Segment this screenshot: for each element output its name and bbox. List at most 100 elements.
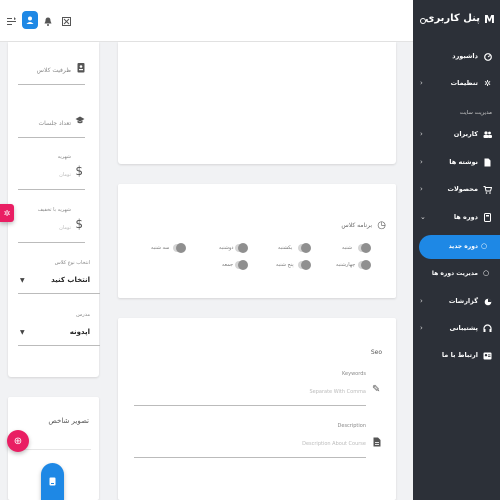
keywords-label: Keywords [342,371,366,377]
sidebar-item-support[interactable]: پشتیبانی ‹ [413,322,500,336]
capacity-label: ظرفیت کلاس [36,67,71,74]
bullet-icon: ○ [481,242,488,250]
toggle-wednesday[interactable] [358,260,371,270]
sidebar-subitem-label: دوره جدید [448,243,478,250]
dropdown-arrow-icon: ▼ [20,277,25,284]
chevron-icon: ‹ [420,158,423,166]
discount-hint: تومان [59,225,71,231]
book-icon [483,213,492,222]
keywords-placeholder: Separate With Comma [309,389,366,395]
tuition-hint: تومان [59,172,71,178]
pencil-icon: ✎ [372,384,381,395]
user-avatar-icon[interactable] [22,11,38,29]
class-type-select[interactable]: انتخاب نوع کلاس انتخاب کنید ▼ [18,258,100,294]
divider [16,449,91,450]
dashboard-icon [483,52,492,61]
users-icon [483,130,492,139]
brand-logo: M [484,13,495,26]
chevron-down-icon: ⌄ [420,213,426,221]
description-label: Description [337,423,366,429]
sidebar-section-label: مدیریت سایت [459,110,492,116]
tuition-label: شهریه [57,154,71,160]
sidebar-item-label: کاربران [453,130,478,138]
bullet-icon: ○ [483,269,490,277]
toggle-tuesday[interactable] [173,243,186,253]
chevron-icon: ‹ [420,297,423,305]
sidebar-subitem-label: مدیریت دوره ها [431,270,478,277]
toggle-thursday[interactable] [298,260,311,270]
discount-tuition-field[interactable]: شهریه با تخفیف تومان $ [18,205,85,243]
sidebar-subitem-new-course[interactable]: دوره جدید ○ [419,235,500,259]
tuition-field[interactable]: شهریه تومان $ [18,152,85,190]
document-icon [483,158,492,167]
menu-toggle-icon[interactable] [5,15,17,27]
sidebar-item-label: تنظیمات [450,79,478,87]
sidebar-item-dashboard[interactable]: داشبورد [413,50,500,64]
capacity-field[interactable]: ظرفیت کلاس [18,59,85,85]
sidebar-item-settings[interactable]: ✲ تنظیمات ‹ [413,77,500,91]
sidebar: پنل کاربری M داشبورد ✲ تنظیمات ‹ مدیریت … [413,0,500,500]
toggle-label: دوشنبه [219,245,234,251]
seo-title: Seo [370,349,382,356]
discount-label: شهریه با تخفیف [37,207,71,213]
toggle-label: یکشنبه [278,245,293,251]
dropdown-arrow-icon: ▼ [20,329,25,336]
sidebar-item-courses[interactable]: دوره ها ⌄ [413,211,500,225]
sidebar-item-posts[interactable]: نوشته ها ‹ [413,156,500,170]
description-field[interactable]: Description Description About Course [134,420,366,458]
sidebar-item-label: داشبورد [452,52,478,60]
sidebar-item-label: گزارشات [448,297,478,305]
toggle-label: سه شنبه [151,245,170,251]
toggle-sunday[interactable] [298,243,311,253]
toggle-label: جمعه [222,262,234,268]
clock-icon: ◷ [377,220,386,231]
fullscreen-icon[interactable] [60,15,72,27]
toggle-friday[interactable] [235,260,248,270]
sidebar-item-products[interactable]: محصولات ‹ [413,183,500,197]
class-type-value: انتخاب کنید [51,276,90,284]
settings-gear-icon[interactable]: ✲ [0,204,14,222]
content-editor-panel [118,42,396,164]
dollar-icon: $ [75,164,83,178]
sessions-field[interactable]: تعداد جلسات [18,112,85,138]
document-icon [373,437,381,449]
featured-image-title: تصویر شاخص [48,417,89,425]
top-bar [0,0,413,42]
sidebar-item-label: پشتیبانی [449,324,478,332]
bell-icon[interactable] [42,15,54,27]
sidebar-item-label: دوره ها [453,213,478,221]
book-fab-icon[interactable] [41,463,64,500]
class-schedule-panel: ◷ برنامه کلاس شنبه یکشنبه دوشنبه سه شنبه… [118,184,396,298]
teacher-select[interactable]: مدرس اپدونه ▼ [18,310,100,346]
course-options-panel: ظرفیت کلاس تعداد جلسات شهریه تومان $ شهر… [8,42,100,377]
sidebar-item-users[interactable]: کاربران ‹ [413,128,500,142]
headset-icon [483,324,492,333]
cart-icon [483,185,492,194]
chevron-icon: ‹ [420,79,423,87]
sessions-label: تعداد جلسات [38,120,71,127]
sidebar-item-label: نوشته ها [449,158,478,166]
badge-icon [77,62,85,76]
chevron-icon: ‹ [420,324,423,332]
class-type-label: انتخاب نوع کلاس [54,260,90,266]
sidebar-item-contact[interactable]: ارتباط با ما [413,349,500,363]
panel-title: پنل کاربری [425,13,480,24]
teacher-value: اپدونه [69,328,90,336]
toggle-monday[interactable] [235,243,248,253]
chevron-icon: ‹ [420,130,423,138]
seo-panel: Seo Keywords Separate With Comma ✎ Descr… [118,318,396,500]
keywords-field[interactable]: Keywords Separate With Comma [134,368,366,406]
gear-icon: ✲ [484,79,491,88]
toggle-label: پنج شنبه [276,262,294,268]
schedule-title: برنامه کلاس [341,222,372,229]
toggle-saturday[interactable] [358,243,371,253]
contact-icon [483,351,492,360]
description-placeholder: Description About Course [302,441,366,447]
sidebar-item-reports[interactable]: گزارشات ‹ [413,295,500,309]
sidebar-item-label: ارتباط با ما [441,351,478,359]
sidebar-subitem-manage-courses[interactable]: مدیریت دوره ها ○ [421,262,500,286]
dollar-icon: $ [75,217,83,231]
teacher-label: مدرس [76,312,90,318]
globe-icon[interactable]: ⊕ [7,430,29,452]
chevron-icon: ‹ [420,185,423,193]
